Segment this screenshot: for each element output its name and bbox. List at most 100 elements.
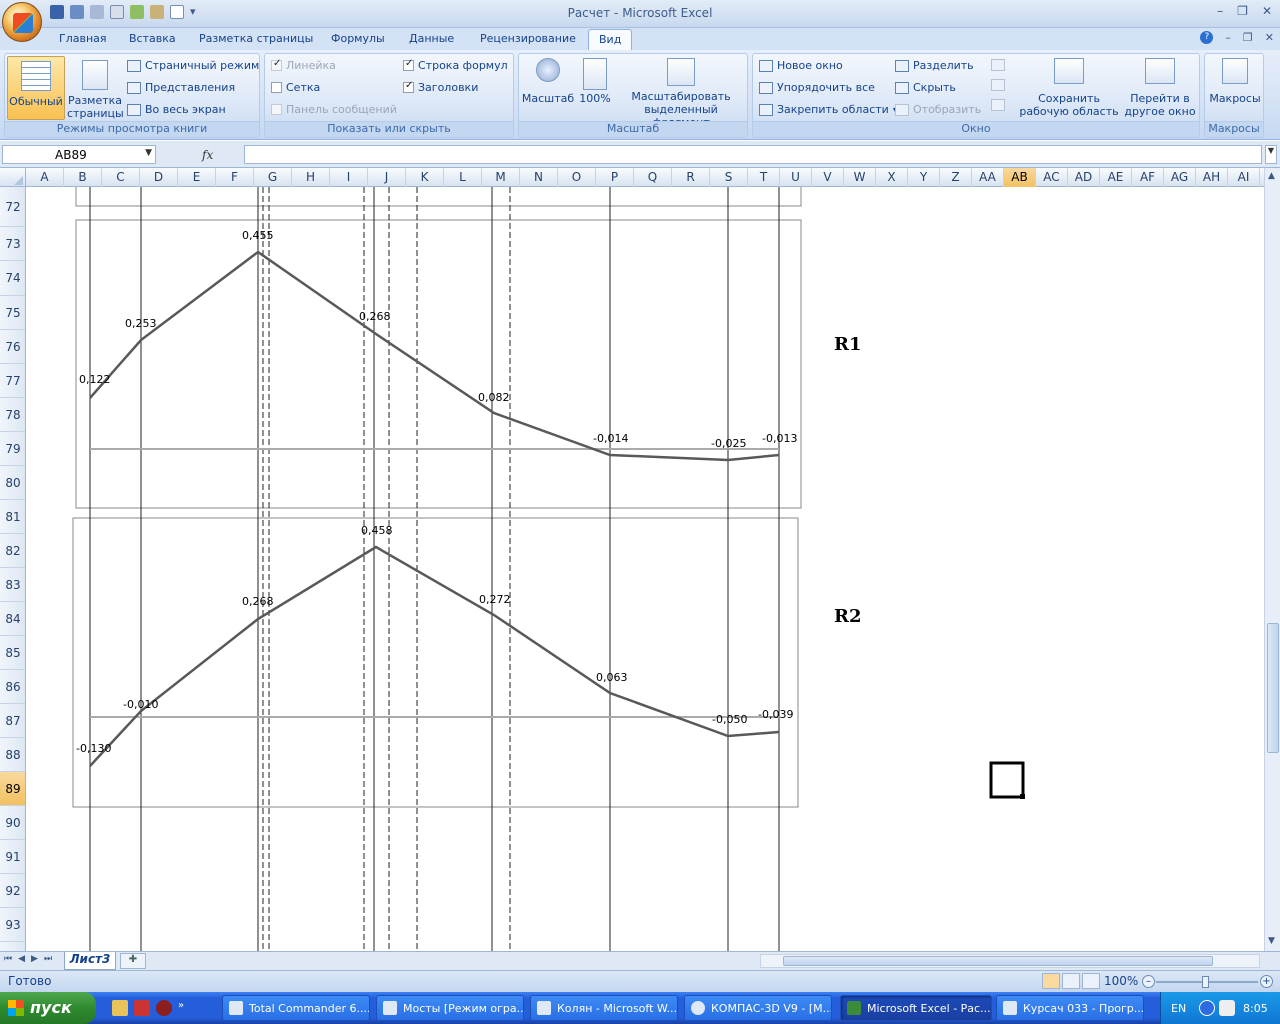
row-header[interactable]: 76: [0, 330, 25, 364]
gridlines-checkbox[interactable]: Сетка: [271, 81, 320, 94]
formula-bar-checkbox[interactable]: Строка формул: [403, 58, 508, 72]
page-break-preview-button[interactable]: Страничный режим: [127, 59, 259, 72]
column-header[interactable]: AG: [1164, 168, 1196, 187]
row-header[interactable]: 92: [0, 874, 25, 908]
freeze-panes-button[interactable]: Закрепить области▾: [759, 103, 897, 116]
tab-view[interactable]: Вид: [588, 29, 633, 51]
vertical-scroll-thumb[interactable]: [1267, 623, 1279, 753]
row-header[interactable]: 79: [0, 432, 25, 466]
row-header[interactable]: 80: [0, 466, 25, 500]
arrange-all-button[interactable]: Упорядочить все: [759, 81, 875, 94]
column-header[interactable]: U: [780, 168, 812, 187]
chart-frame-r2[interactable]: [72, 517, 799, 808]
column-header[interactable]: F: [216, 168, 254, 187]
page-layout-shortcut-icon[interactable]: [1062, 973, 1080, 989]
tab-insert[interactable]: Вставка: [129, 32, 176, 45]
synchronous-scrolling-icon[interactable]: [991, 79, 1005, 91]
tab-review[interactable]: Рецензирование: [480, 32, 576, 45]
view-side-by-side-icon[interactable]: [991, 59, 1005, 71]
taskbar-item-total-commander[interactable]: Total Commander 6....: [222, 995, 370, 1021]
select-all-button[interactable]: [0, 168, 26, 187]
insert-function-button[interactable]: fx: [202, 148, 213, 162]
taskbar-item-excel[interactable]: Microsoft Excel - Рас...: [840, 995, 992, 1021]
reset-window-position-icon[interactable]: [991, 99, 1005, 111]
column-header[interactable]: G: [254, 168, 292, 187]
column-header[interactable]: T: [748, 168, 780, 187]
mail-icon[interactable]: [1219, 1000, 1235, 1016]
column-header[interactable]: D: [140, 168, 178, 187]
column-header[interactable]: AF: [1132, 168, 1164, 187]
save-workspace-button[interactable]: Сохранить рабочую область: [1019, 58, 1119, 118]
column-header[interactable]: AE: [1100, 168, 1132, 187]
office-button[interactable]: [2, 2, 42, 42]
custom-views-button[interactable]: Представления: [127, 81, 235, 94]
worksheet-grid[interactable]: 0,122 0,253 0,455 0,268 0,082 -0,014 -0,…: [27, 187, 1264, 951]
column-header[interactable]: P: [596, 168, 634, 187]
column-header[interactable]: M: [482, 168, 520, 187]
help-icon[interactable]: ?: [1200, 31, 1214, 44]
taskbar-item-mosty[interactable]: Мосты [Режим огра...: [376, 995, 524, 1021]
zoom-selection-button[interactable]: Масштабировать выделенный фрагмент: [615, 58, 747, 129]
column-header[interactable]: W: [844, 168, 876, 187]
row-header[interactable]: 89: [0, 772, 25, 806]
quicklaunch-app-icon-1[interactable]: [112, 1000, 128, 1016]
normal-view-shortcut-icon[interactable]: [1042, 973, 1060, 989]
row-header[interactable]: 77: [0, 364, 25, 398]
page-layout-button[interactable]: Разметка страницы: [67, 60, 124, 120]
last-sheet-icon[interactable]: ⏭: [44, 954, 52, 964]
column-header[interactable]: H: [292, 168, 330, 187]
row-header[interactable]: 93: [0, 908, 25, 942]
prev-sheet-icon[interactable]: ◀: [18, 954, 25, 964]
tab-formulas[interactable]: Формулы: [331, 32, 385, 45]
taskbar-item-kolyan[interactable]: Колян - Microsoft W...: [530, 995, 678, 1021]
column-header[interactable]: O: [558, 168, 596, 187]
row-header[interactable]: 78: [0, 398, 25, 432]
row-header[interactable]: 84: [0, 602, 25, 636]
language-indicator[interactable]: EN: [1171, 1002, 1186, 1015]
zoom-in-icon[interactable]: +: [1260, 975, 1273, 988]
next-sheet-icon[interactable]: ▶: [31, 954, 38, 964]
scroll-up-icon[interactable]: ▲: [1268, 171, 1275, 181]
active-cell[interactable]: [989, 761, 1025, 799]
doc-restore-icon[interactable]: ❐: [1243, 31, 1253, 44]
expand-formula-bar-icon[interactable]: ▼: [1265, 145, 1277, 164]
insert-sheet-icon[interactable]: ✚: [120, 953, 146, 969]
headings-checkbox[interactable]: Заголовки: [403, 80, 478, 94]
column-header[interactable]: I: [330, 168, 368, 187]
row-header[interactable]: 87: [0, 704, 25, 738]
taskbar-item-kursach[interactable]: Курсач 033 - Прогр...: [996, 995, 1144, 1021]
fill-handle[interactable]: [1020, 794, 1025, 799]
taskbar-item-kompas[interactable]: КОМПАС-3D V9 - [М...: [684, 995, 832, 1021]
row-header[interactable]: 81: [0, 500, 25, 534]
sheet-tab[interactable]: Лист3: [64, 952, 116, 970]
column-header[interactable]: E: [178, 168, 216, 187]
quicklaunch-more-icon[interactable]: »: [178, 1000, 186, 1016]
split-button[interactable]: Разделить: [895, 59, 974, 72]
macros-button[interactable]: Макросы: [1207, 58, 1263, 105]
column-header[interactable]: S: [710, 168, 748, 187]
zoom-100-button[interactable]: 100%: [575, 58, 615, 105]
restore-icon[interactable]: ❐: [1237, 4, 1248, 18]
zoom-level[interactable]: 100%: [1104, 974, 1138, 988]
column-header[interactable]: Q: [634, 168, 672, 187]
column-header[interactable]: AI: [1228, 168, 1260, 187]
row-header[interactable]: 91: [0, 840, 25, 874]
column-header[interactable]: J: [368, 168, 406, 187]
switch-windows-button[interactable]: Перейти в другое окно: [1121, 58, 1199, 118]
column-header[interactable]: B: [64, 168, 102, 187]
row-header[interactable]: 72: [0, 187, 25, 227]
row-header[interactable]: 90: [0, 806, 25, 840]
row-header[interactable]: 85: [0, 636, 25, 670]
doc-close-icon[interactable]: ✕: [1265, 31, 1274, 44]
new-window-button[interactable]: Новое окно: [759, 59, 843, 72]
row-header[interactable]: 83: [0, 568, 25, 602]
close-icon[interactable]: ✕: [1262, 4, 1272, 18]
tab-home[interactable]: Главная: [59, 32, 107, 45]
formula-input[interactable]: [244, 145, 1262, 164]
vertical-scrollbar[interactable]: ▲ ▼: [1264, 168, 1280, 951]
column-header[interactable]: L: [444, 168, 482, 187]
first-sheet-icon[interactable]: ⏮: [4, 954, 12, 964]
hide-button[interactable]: Скрыть: [895, 81, 956, 94]
column-header[interactable]: AA: [972, 168, 1004, 187]
doc-minimize-icon[interactable]: –: [1225, 31, 1231, 44]
